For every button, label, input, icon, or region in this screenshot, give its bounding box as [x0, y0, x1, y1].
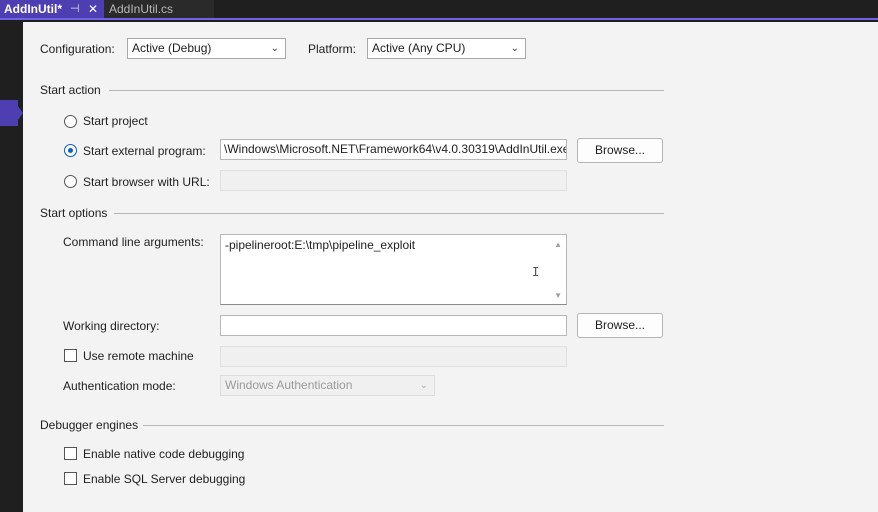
- close-icon[interactable]: ✕: [88, 0, 98, 18]
- chevron-down-icon: ⌄: [270, 43, 279, 54]
- command-line-arguments-label: Command line arguments:: [63, 235, 204, 249]
- browse-program-button[interactable]: Browse...: [577, 138, 663, 163]
- use-remote-machine-label[interactable]: Use remote machine: [83, 349, 194, 363]
- tab-addinutil-cs[interactable]: AddInUtil.cs: [104, 0, 214, 18]
- platform-value: Active (Any CPU): [372, 41, 466, 55]
- use-remote-machine-checkbox[interactable]: [64, 349, 77, 362]
- configuration-value: Active (Debug): [132, 41, 212, 55]
- start-external-program-label[interactable]: Start external program:: [83, 144, 206, 158]
- selected-nav-indicator[interactable]: [0, 100, 23, 126]
- section-divider: [114, 213, 664, 214]
- debugger-engines-heading: Debugger engines: [40, 418, 139, 432]
- start-project-label[interactable]: Start project: [83, 114, 148, 128]
- browser-url-input[interactable]: [220, 170, 567, 191]
- native-code-debugging-checkbox[interactable]: [64, 447, 77, 460]
- platform-select[interactable]: Active (Any CPU) ⌄: [367, 38, 526, 59]
- start-browser-url-label[interactable]: Start browser with URL:: [83, 175, 210, 189]
- project-properties-nav: [0, 20, 23, 512]
- tab-addinutil-project[interactable]: AddInUtil* ⊣ ✕: [0, 0, 104, 18]
- chevron-down-icon: ⌄: [419, 380, 428, 391]
- start-options-heading: Start options: [40, 206, 108, 220]
- section-divider: [109, 90, 664, 91]
- tab-title: AddInUtil.cs: [109, 2, 174, 16]
- working-directory-label: Working directory:: [63, 319, 160, 333]
- pin-icon[interactable]: ⊣: [70, 0, 80, 18]
- start-action-heading: Start action: [40, 83, 101, 97]
- external-program-path-input[interactable]: \Windows\Microsoft.NET\Framework64\v4.0.…: [220, 139, 567, 160]
- command-line-arguments-value: -pipelineroot:E:\tmp\pipeline_exploit: [225, 238, 416, 252]
- sql-server-debugging-checkbox[interactable]: [64, 472, 77, 485]
- authentication-mode-value: Windows Authentication: [225, 378, 353, 392]
- sql-server-debugging-label[interactable]: Enable SQL Server debugging: [83, 472, 245, 486]
- scroll-down-icon[interactable]: ▼: [554, 291, 562, 300]
- native-code-debugging-label[interactable]: Enable native code debugging: [83, 447, 244, 461]
- chevron-down-icon: ⌄: [510, 43, 519, 54]
- configuration-select[interactable]: Active (Debug) ⌄: [127, 38, 286, 59]
- tab-title: AddInUtil*: [4, 2, 62, 16]
- i-beam-icon: I: [532, 265, 540, 279]
- command-line-arguments-input[interactable]: -pipelineroot:E:\tmp\pipeline_exploit ▲ …: [220, 234, 567, 305]
- platform-label: Platform:: [308, 42, 357, 56]
- document-tab-bar: AddInUtil* ⊣ ✕ AddInUtil.cs: [0, 0, 878, 20]
- start-browser-url-radio[interactable]: [64, 175, 77, 188]
- remote-machine-input[interactable]: [220, 346, 567, 367]
- browse-working-directory-button[interactable]: Browse...: [577, 313, 663, 338]
- external-program-path-value: \Windows\Microsoft.NET\Framework64\v4.0.…: [224, 142, 567, 156]
- authentication-mode-select[interactable]: Windows Authentication ⌄: [220, 375, 435, 396]
- working-directory-input[interactable]: [220, 315, 567, 336]
- scroll-up-icon[interactable]: ▲: [554, 240, 562, 249]
- start-external-program-radio[interactable]: [64, 144, 77, 157]
- section-divider: [143, 425, 664, 426]
- start-project-radio[interactable]: [64, 115, 77, 128]
- debug-properties-panel: Configuration: Active (Debug) ⌄ Platform…: [23, 22, 878, 512]
- configuration-label: Configuration:: [40, 42, 115, 56]
- authentication-mode-label: Authentication mode:: [63, 379, 176, 393]
